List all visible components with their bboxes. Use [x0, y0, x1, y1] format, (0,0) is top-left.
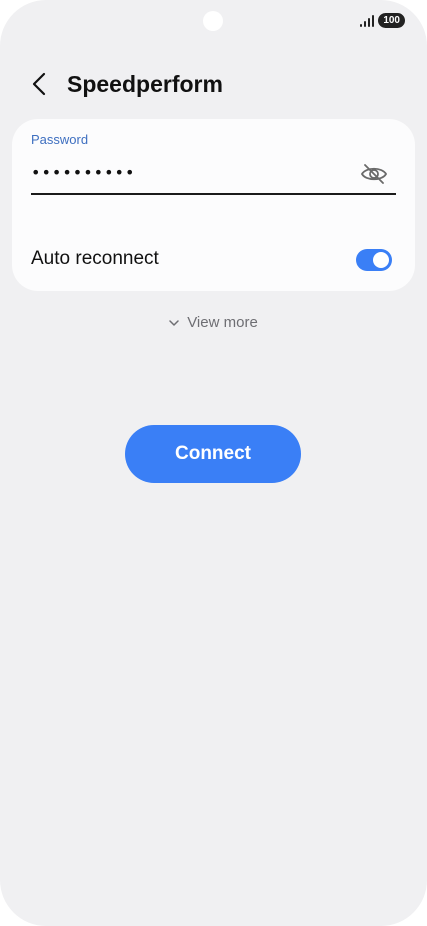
auto-reconnect-toggle[interactable]: [356, 249, 392, 271]
auto-reconnect-label: Auto reconnect: [31, 248, 159, 269]
password-field[interactable]: ••••••••••: [31, 159, 396, 195]
back-chevron-icon[interactable]: [28, 70, 52, 98]
status-bar: 100: [360, 13, 405, 28]
connect-button[interactable]: Connect: [125, 425, 301, 483]
chevron-down-icon: [169, 320, 179, 326]
camera-cutout: [203, 11, 223, 31]
eye-hidden-icon[interactable]: [360, 162, 388, 186]
battery-indicator: 100: [378, 13, 405, 28]
view-more-button[interactable]: View more: [0, 314, 427, 331]
signal-bars-icon: [360, 14, 375, 27]
view-more-label: View more: [187, 314, 258, 331]
screen: 100 Speedperform Password •••••••••• Aut…: [0, 0, 427, 926]
password-value[interactable]: ••••••••••: [31, 162, 135, 184]
settings-card: Password •••••••••• Auto reconnect: [12, 119, 415, 291]
password-label: Password: [31, 132, 89, 147]
header: Speedperform: [0, 62, 427, 106]
page-title: Speedperform: [67, 71, 223, 97]
toggle-knob: [373, 252, 389, 268]
